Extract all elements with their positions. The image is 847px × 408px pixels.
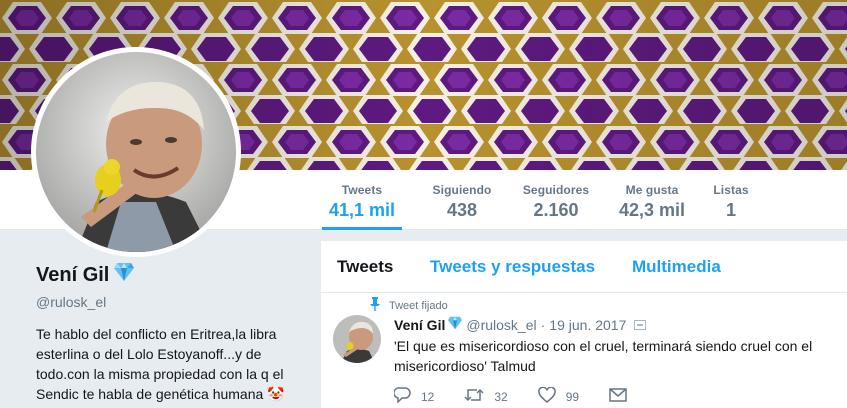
direct-message-button[interactable] [609, 388, 637, 405]
tab-media[interactable]: Multimedia [632, 257, 721, 277]
pinned-indicator: Tweet fijado [369, 297, 448, 314]
tweet-avatar-image [333, 315, 381, 363]
stat-value: 41,1 mil [328, 200, 396, 220]
tweet-header: Vení Gil @rulosk_el · 19 jun. 2017 [394, 316, 647, 333]
stat-label: Listas [713, 183, 749, 197]
tweet-date[interactable]: 19 jun. 2017 [549, 317, 626, 333]
avatar-image [36, 52, 236, 252]
profile-handle[interactable]: @rulosk_el [36, 294, 306, 310]
tab-tweets-and-replies[interactable]: Tweets y respuestas [430, 257, 595, 277]
pin-icon [369, 297, 389, 314]
timeline-tabs: Tweets Tweets y respuestas Multimedia [321, 241, 847, 293]
heart-icon [537, 386, 566, 406]
retweet-button[interactable]: 32 [464, 387, 508, 406]
stat-value: 438 [446, 200, 478, 220]
stat-value: 1 [725, 200, 736, 220]
stat-followers[interactable]: Seguidores 2.160 [516, 170, 596, 230]
tweet-text: 'El que es misericordioso con el cruel, … [394, 338, 813, 374]
tweet-author-name[interactable]: Vení Gil [394, 317, 445, 333]
profile-name-row: Vení Gil [36, 262, 306, 288]
tweet-author-handle[interactable]: @rulosk_el [466, 317, 536, 333]
profile-avatar[interactable] [31, 47, 241, 257]
stat-label: Tweets [341, 183, 383, 197]
stat-likes[interactable]: Me gusta 42,3 mil [612, 170, 692, 230]
profile-bio: Te hablo del conflicto en Eritrea,la lib… [36, 326, 285, 402]
like-count: 99 [565, 389, 580, 404]
stat-lists[interactable]: Listas 1 [708, 170, 754, 230]
reply-icon [393, 387, 421, 406]
stat-value: 2.160 [533, 200, 579, 220]
envelope-icon [609, 388, 637, 405]
tweet-avatar[interactable] [333, 315, 381, 363]
profile-name[interactable]: Vení Gil [36, 264, 109, 287]
retweet-count: 32 [494, 389, 508, 404]
stat-label: Siguiendo [432, 183, 492, 197]
tweet-actions: 12 32 99 [393, 386, 667, 406]
profile-card: Vení Gil @rulosk_el Te hablo del conflic… [36, 262, 306, 404]
timeline: Tweets Tweets y respuestas Multimedia Tw… [321, 241, 847, 408]
diamond-icon [113, 262, 135, 288]
retweet-icon [464, 387, 494, 406]
reply-count: 12 [421, 389, 435, 404]
pinned-label: Tweet fijado [389, 299, 448, 312]
reply-button[interactable]: 12 [393, 387, 435, 406]
stat-following[interactable]: Siguiendo 438 [424, 170, 500, 230]
stat-label: Me gusta [625, 183, 679, 197]
stat-tweets[interactable]: Tweets 41,1 mil [322, 170, 402, 230]
diamond-icon [447, 316, 463, 333]
stat-label: Seguidores [522, 183, 590, 197]
tab-tweets[interactable]: Tweets [337, 257, 393, 277]
tweet-options-icon[interactable] [634, 317, 647, 333]
stat-value: 42,3 mil [618, 200, 686, 220]
like-button[interactable]: 99 [537, 386, 580, 406]
tweet-separator: · [540, 316, 546, 333]
